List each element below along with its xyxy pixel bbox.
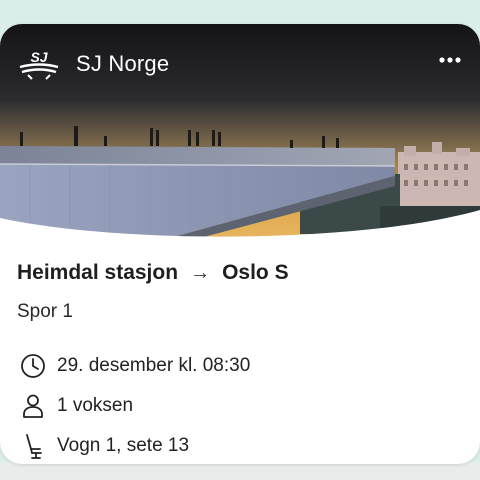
platform-label: Spor 1 [17,301,73,322]
seat-info: Vogn 1, sete 13 [57,435,190,456]
brand: SJ SJ Norge [18,48,169,80]
page-backdrop [0,462,480,480]
route: Heimdal stasjon → Oslo S [17,261,289,285]
passenger-count: 1 voksen [57,395,134,416]
person-icon [23,394,43,418]
ticket-card[interactable]: SJ SJ Norge Heimdal stasjon → Oslo S Spo… [0,24,480,464]
departure-row: 29. desember kl. 08:30 [19,352,250,380]
svg-text:SJ: SJ [30,49,48,65]
passengers-row: 1 voksen [19,392,133,420]
arrow-right-icon: → [190,261,211,284]
sj-logo-icon: SJ [19,49,59,80]
departure-datetime: 29. desember kl. 08:30 [57,355,251,376]
origin-station: Heimdal stasjon [17,261,179,284]
seat-icon [26,434,42,459]
destination-station: Oslo S [222,261,289,284]
seat-row: Vogn 1, sete 13 [19,432,189,460]
clock-icon [21,354,45,378]
brand-name: SJ Norge [76,51,170,76]
more-horizontal-icon[interactable] [436,52,464,68]
